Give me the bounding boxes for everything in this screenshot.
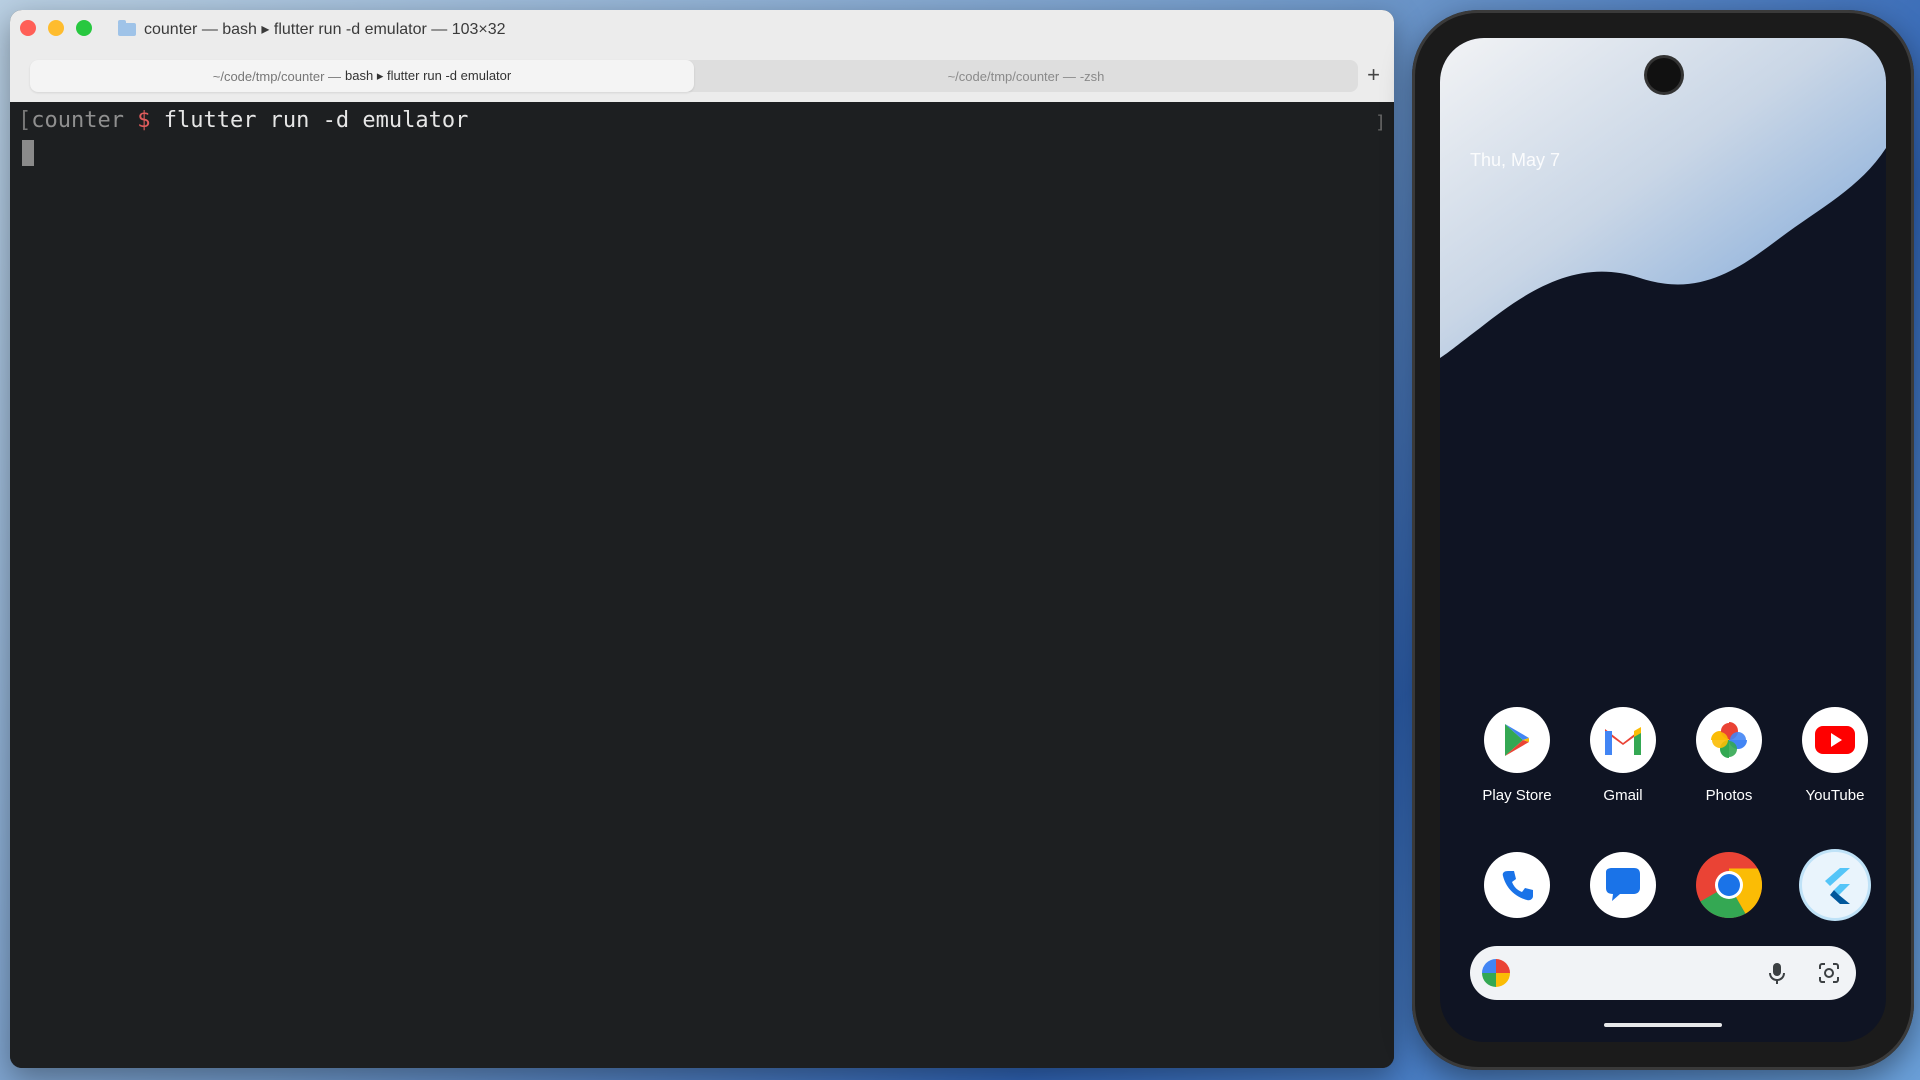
new-tab-button[interactable]: + — [1367, 62, 1380, 88]
minimize-window-button[interactable] — [48, 20, 64, 36]
mic-icon[interactable] — [1764, 960, 1790, 986]
app-gmail[interactable]: Gmail — [1570, 707, 1676, 804]
gmail-icon — [1590, 707, 1656, 773]
text-cursor — [22, 140, 34, 166]
tab-zsh[interactable]: ~/code/tmp/counter — -zsh — [694, 60, 1358, 92]
dock-row — [1440, 852, 1886, 918]
tab-bash[interactable]: ~/code/tmp/counter — bash ▸ flutter run … — [30, 60, 694, 92]
traffic-lights — [20, 20, 92, 36]
app-row-1: Play Store Gmail Photos YouTube — [1440, 707, 1886, 804]
gesture-home-bar[interactable] — [1604, 1023, 1722, 1027]
lens-icon[interactable] — [1816, 960, 1842, 986]
window-title: counter — bash ▸ flutter run -d emulator… — [118, 19, 506, 39]
app-play-store[interactable]: Play Store — [1464, 707, 1570, 804]
messages-icon — [1590, 852, 1656, 918]
prompt-command: flutter run -d emulator — [163, 108, 469, 133]
tab-bash-path: ~/code/tmp/counter — — [212, 68, 342, 84]
scroll-marker: ] — [1375, 112, 1386, 133]
google-search-bar[interactable] — [1470, 946, 1856, 1000]
fullscreen-window-button[interactable] — [76, 20, 92, 36]
app-label: YouTube — [1805, 787, 1865, 804]
phone-icon — [1484, 852, 1550, 918]
close-window-button[interactable] — [20, 20, 36, 36]
tab-bash-name: bash ▸ flutter run -d emulator — [345, 68, 512, 83]
app-phone[interactable] — [1464, 852, 1570, 918]
wallpaper — [1440, 38, 1886, 458]
tab-bar: ~/code/tmp/counter — bash ▸ flutter run … — [10, 60, 1394, 102]
app-chrome[interactable] — [1676, 852, 1782, 918]
google-icon[interactable] — [1482, 959, 1510, 987]
app-label: Play Store — [1482, 787, 1552, 804]
camera-cutout — [1647, 58, 1681, 92]
play-store-icon — [1484, 707, 1550, 773]
tabs: ~/code/tmp/counter — bash ▸ flutter run … — [30, 60, 1358, 92]
app-youtube[interactable]: YouTube — [1782, 707, 1886, 804]
youtube-icon — [1802, 707, 1868, 773]
title-bar[interactable]: counter — bash ▸ flutter run -d emulator… — [10, 10, 1394, 60]
prompt-symbol: $ — [137, 108, 151, 133]
phone-screen[interactable]: Thu, May 7 Play Store Gmail Photos YouTu… — [1440, 38, 1886, 1042]
prompt-line: [counter $ flutter run -d emulator — [18, 108, 468, 133]
terminal-console[interactable]: [counter $ flutter run -d emulator ] — [10, 102, 1394, 1068]
app-flutter[interactable] — [1782, 852, 1886, 918]
phone-emulator: Thu, May 7 Play Store Gmail Photos YouTu… — [1412, 10, 1914, 1070]
app-label: Photos — [1705, 787, 1753, 804]
app-photos[interactable]: Photos — [1676, 707, 1782, 804]
app-label: Gmail — [1603, 787, 1643, 804]
photos-icon — [1696, 707, 1762, 773]
folder-icon — [118, 19, 136, 36]
tab-zsh-path: ~/code/tmp/counter — — [947, 68, 1076, 84]
flutter-icon — [1802, 852, 1868, 918]
date-widget[interactable]: Thu, May 7 — [1470, 150, 1560, 171]
window-title-text: counter — bash ▸ flutter run -d emulator… — [144, 21, 506, 38]
terminal-window: counter — bash ▸ flutter run -d emulator… — [10, 10, 1394, 1068]
chrome-icon — [1696, 852, 1762, 918]
prompt-bracket: [ — [18, 108, 32, 133]
app-messages[interactable] — [1570, 852, 1676, 918]
prompt-cwd: counter — [31, 108, 124, 133]
tab-zsh-name: -zsh — [1079, 68, 1105, 84]
